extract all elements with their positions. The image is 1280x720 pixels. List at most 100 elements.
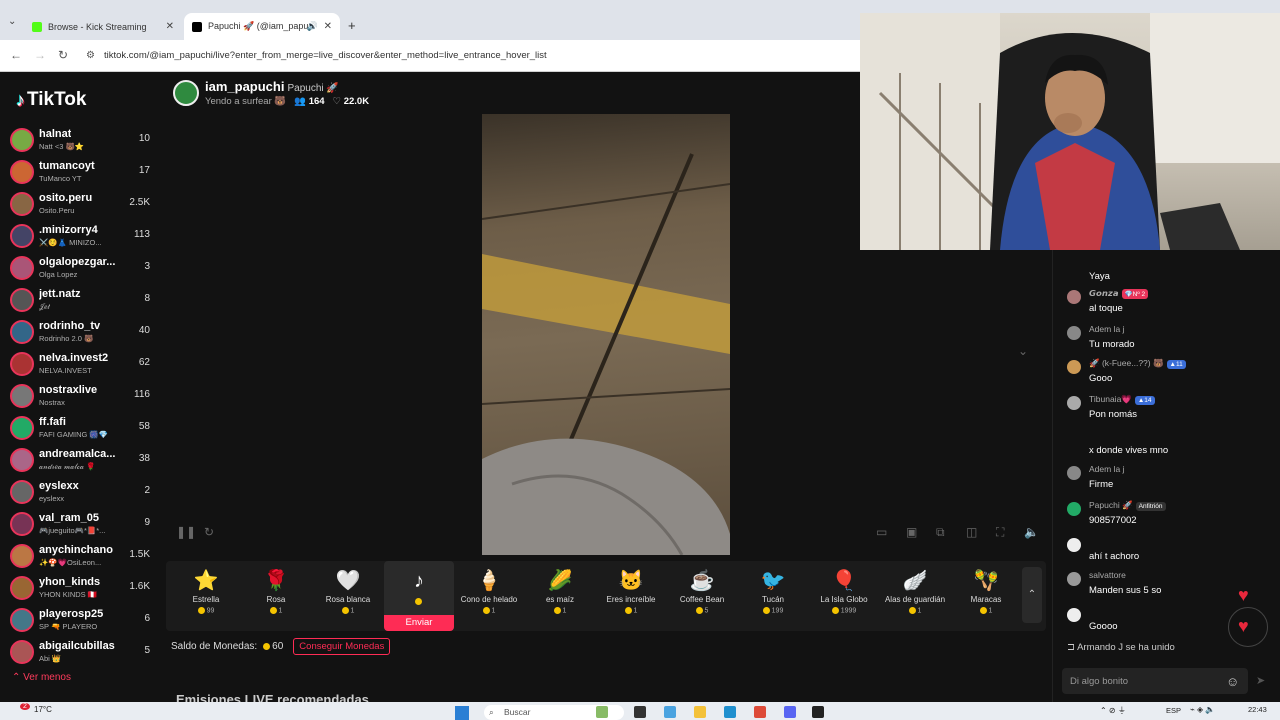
file-explorer-icon[interactable] xyxy=(694,706,706,718)
chat-avatar[interactable] xyxy=(1067,396,1081,410)
notification-badge[interactable]: 2 xyxy=(20,703,30,710)
taskbar-app-icon[interactable] xyxy=(596,706,608,718)
windows-start-icon[interactable] xyxy=(455,706,469,720)
pip-icon[interactable]: ◫ xyxy=(966,525,977,539)
tab-kick[interactable]: Browse - Kick Streaming ✕ xyxy=(24,13,182,40)
gift-item[interactable]: 🪇 Maracas 1 xyxy=(951,561,1021,629)
system-tray-icons[interactable]: ⌃ ⊘ ⏚ xyxy=(1100,705,1126,716)
chat-input[interactable] xyxy=(1062,668,1248,694)
chat-username[interactable]: Adem la j xyxy=(1089,464,1124,474)
sidebar-item[interactable]: tumancoyt TuManco YT 17 xyxy=(10,158,152,190)
back-arrow-icon[interactable]: ← xyxy=(10,48,22,62)
gift-item[interactable]: 🌹 Rosa 1 xyxy=(241,561,311,629)
sidebar-item[interactable]: andreamalca... 𝒶𝓃𝒹𝓇𝑒𝒶 𝓂𝒶𝓁𝒸𝒶 🌹 38 xyxy=(10,446,152,478)
gift-item[interactable]: ♪ Enviar xyxy=(384,561,454,631)
sidebar-item[interactable]: eyslexx eyslexx 2 xyxy=(10,478,152,510)
chat-avatar[interactable] xyxy=(1067,608,1081,622)
sidebar-item[interactable]: halnat Natt <3 🐻⭐ 10 xyxy=(10,126,152,158)
tab-list-dropdown-icon[interactable]: ⌄ xyxy=(8,16,16,27)
sidebar-item[interactable]: abigailcubillas Abi 👑 5 xyxy=(10,638,152,670)
gift-item[interactable]: 🤍 Rosa blanca 1 xyxy=(313,561,383,629)
volume-icon[interactable]: 🔈 xyxy=(1024,525,1039,539)
chat-username-text: Tibunaia💗 xyxy=(1089,394,1132,404)
chrome-icon[interactable] xyxy=(754,706,766,718)
sidebar-item-sub: 𝒶𝓃𝒹𝓇𝑒𝒶 𝓂𝒶𝓁𝒸𝒶 🌹 xyxy=(39,462,96,471)
picture-icon[interactable]: ▣ xyxy=(906,525,917,539)
language-indicator[interactable]: ESP xyxy=(1166,706,1181,715)
chat-avatar[interactable] xyxy=(1067,326,1081,340)
gift-item[interactable]: 🎈 La Isla Globo 1999 xyxy=(809,561,879,629)
tab-close-icon[interactable]: ✕ xyxy=(324,21,332,32)
gift-item[interactable]: 🍦 Cono de helado 1 xyxy=(454,561,524,629)
gift-price-value: 199 xyxy=(771,607,784,615)
fullscreen-icon[interactable]: ⛶ xyxy=(996,525,1004,540)
miniplayer-icon[interactable]: ⧉ xyxy=(936,525,945,540)
discord-icon[interactable] xyxy=(784,706,796,718)
pause-icon[interactable]: ❚❚ xyxy=(176,525,196,539)
gift-icon: 🌽 xyxy=(547,570,573,592)
url-field[interactable]: tiktok.com/@iam_papuchi/live?enter_from_… xyxy=(104,50,547,61)
send-arrow-icon[interactable]: ➤ xyxy=(1256,674,1265,687)
gift-price: 199 xyxy=(738,607,808,614)
sidebar-item[interactable]: nostraxlive Nostrax 116 xyxy=(10,382,152,414)
task-view-icon[interactable] xyxy=(634,706,646,718)
weather-widget[interactable]: 17°C xyxy=(34,705,52,714)
sidebar-item[interactable]: osito.peru Osito.Peru 2.5K xyxy=(10,190,152,222)
gift-item[interactable]: 🐱 Eres increíble 1 xyxy=(596,561,666,629)
streamer-username[interactable]: iam_papuchi Papuchi 🚀 xyxy=(205,79,339,94)
refresh-icon[interactable]: ↻ xyxy=(204,525,214,539)
clock[interactable]: 22:43 xyxy=(1248,705,1267,714)
gift-item[interactable]: ☕ Coffee Bean 5 xyxy=(667,561,737,629)
streamer-avatar[interactable] xyxy=(173,80,199,106)
chat-username[interactable]: 𝙂𝙤𝙣𝙯𝙖 💎Nº 2 xyxy=(1089,288,1149,299)
see-less-link[interactable]: ⌃ Ver menos xyxy=(12,672,71,683)
chat-avatar[interactable] xyxy=(1067,572,1081,586)
chat-avatar[interactable] xyxy=(1067,360,1081,374)
sidebar-item[interactable]: playerosp25 SP 🔫 PLAYERO 6 xyxy=(10,606,152,638)
chat-avatar[interactable] xyxy=(1067,502,1081,516)
like-button[interactable]: ♥ xyxy=(1228,607,1268,647)
obs-icon[interactable] xyxy=(812,706,824,718)
copilot-icon[interactable] xyxy=(664,706,676,718)
sidebar-item[interactable]: ff.fafi FAFI GAMING 🎆💎 58 xyxy=(10,414,152,446)
sidebar-item[interactable]: jett.natz 𝒥𝑒𝓉 8 xyxy=(10,286,152,318)
coin-balance: Saldo de Monedas: 60 Conseguir Monedas xyxy=(171,638,391,655)
tab-tiktok[interactable]: Papuchi 🚀 (@iam_papuch 🔊 ✕ xyxy=(184,13,340,40)
sidebar-item[interactable]: rodrinho_tv Rodrinho 2.0 🐻 40 xyxy=(10,318,152,350)
live-video[interactable] xyxy=(482,114,730,555)
gift-item[interactable]: 🌽 es maíz 1 xyxy=(525,561,595,629)
gift-expand-button[interactable]: ⌃ xyxy=(1022,567,1042,623)
sidebar-item[interactable]: val_ram_05 🎮jueguito🎮*📕*... 9 xyxy=(10,510,152,542)
chat-avatar[interactable] xyxy=(1067,290,1081,304)
tray-status-icons[interactable]: ⌁ ◈ 🔈 xyxy=(1190,705,1215,714)
gift-item[interactable]: 🪽 Alas de guardián 1 xyxy=(880,561,950,629)
tiktok-logo[interactable]: ♪ TikTok xyxy=(16,89,86,111)
new-tab-icon[interactable]: + xyxy=(348,18,356,33)
chat-username[interactable]: Tibunaia💗 ▲14 xyxy=(1089,394,1155,405)
tab-close-icon[interactable]: ✕ xyxy=(166,21,174,32)
emoji-icon[interactable]: ☺ xyxy=(1226,674,1239,689)
forward-arrow-icon[interactable]: → xyxy=(34,48,46,62)
get-coins-button[interactable]: Conseguir Monedas xyxy=(293,638,391,655)
edge-icon[interactable] xyxy=(724,706,736,718)
sidebar-item-sub: YHON KINDS 🇵🇪 xyxy=(39,590,98,599)
sidebar-item[interactable]: .minizorry4 ⚔️☺️👗 MINIZO... 113 xyxy=(10,222,152,254)
sidebar-item[interactable]: yhon_kinds YHON KINDS 🇵🇪 1.6K xyxy=(10,574,152,606)
sidebar-item[interactable]: olgalopezgar... Olga Lopez 3 xyxy=(10,254,152,286)
sidebar-item[interactable]: anychinchano ✨🍄💗OsiLeon... 1.5K xyxy=(10,542,152,574)
send-gift-button[interactable]: Enviar xyxy=(384,615,454,631)
chat-username[interactable]: Adem la j xyxy=(1089,324,1124,334)
speaker-icon[interactable]: 🔊 xyxy=(307,21,318,32)
chat-avatar[interactable] xyxy=(1067,466,1081,480)
chat-username[interactable]: 🚀 (k-Fuee...??) 🐻 ▲11 xyxy=(1089,358,1186,369)
reload-icon[interactable]: ↻ xyxy=(58,48,68,62)
chat-avatar[interactable] xyxy=(1067,538,1081,552)
chat-username[interactable]: salvattore xyxy=(1089,570,1126,580)
gift-item[interactable]: 🐦 Tucán 199 xyxy=(738,561,808,629)
gift-item[interactable]: ⭐ Estrella 99 xyxy=(171,561,241,629)
collapse-chevron-icon[interactable]: ⌄ xyxy=(1018,344,1028,358)
sidebar-item[interactable]: nelva.invest2 NELVA.INVEST 62 xyxy=(10,350,152,382)
chat-username[interactable]: Papuchi 🚀 Anfitrión xyxy=(1089,500,1166,511)
site-info-icon[interactable]: ⚙ xyxy=(86,50,95,61)
quality-icon[interactable]: ▭ xyxy=(876,525,887,539)
